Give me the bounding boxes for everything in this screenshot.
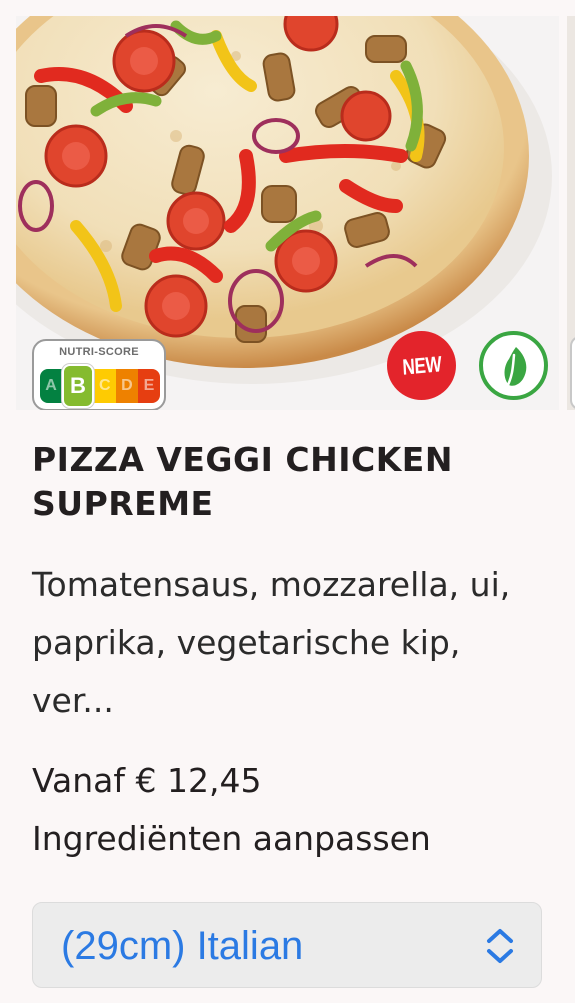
- next-card-preview[interactable]: [567, 16, 575, 410]
- nutri-grade-c: C: [93, 369, 116, 403]
- product-title: PIZZA VEGGI CHICKEN SUPREME: [32, 440, 453, 523]
- nutri-grade-e: E: [137, 369, 160, 403]
- product-description: Tomatensaus, mozzarella, ui, paprika, ve…: [32, 565, 511, 720]
- nutri-score-title: NUTRI-SCORE: [59, 346, 139, 358]
- leaf-icon: [504, 347, 527, 389]
- nutri-grade-d: D: [115, 369, 138, 403]
- size-select[interactable]: (29cm) Italian: [32, 902, 542, 988]
- product-price: Vanaf € 12,45: [32, 761, 262, 800]
- new-badge-label: NEW: [401, 350, 442, 380]
- nutri-score-badge: NUTRI-SCORE A B C D E: [32, 339, 166, 410]
- nutri-grade-b: B: [62, 364, 94, 408]
- size-select-value: (29cm) Italian: [61, 924, 304, 968]
- vegetarian-badge: [479, 331, 548, 400]
- customize-ingredients-link[interactable]: Ingrediënten aanpassen: [32, 817, 431, 861]
- nutri-score-scale: A B C D E: [40, 364, 160, 408]
- chevron-updown-icon: [487, 929, 513, 963]
- new-badge: NEW: [387, 331, 456, 400]
- product-image[interactable]: NUTRI-SCORE A B C D E: [16, 16, 559, 410]
- next-card-badge: [570, 336, 575, 410]
- nutri-grade-a: A: [40, 369, 63, 403]
- product-card: NUTRI-SCORE A B C D E NEW PIZZA VEGGI CH…: [0, 0, 575, 1003]
